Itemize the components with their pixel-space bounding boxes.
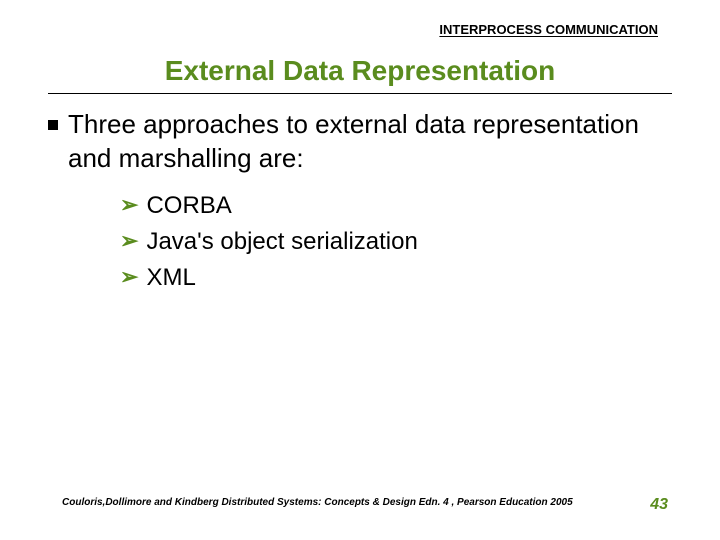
page-number: 43 <box>650 496 668 514</box>
list-item: ➢ XML <box>120 262 672 294</box>
arrow-icon: ➢ <box>120 226 138 257</box>
list-item: ➢ CORBA <box>120 190 672 222</box>
sub-item-text: CORBA <box>146 190 231 222</box>
chapter-topic: INTERPROCESS COMMUNICATION <box>439 22 658 37</box>
square-bullet-icon <box>48 120 58 130</box>
slide-body: Three approaches to external data repres… <box>48 108 672 299</box>
sub-item-text: Java's object serialization <box>146 226 417 258</box>
title-underline <box>48 93 672 94</box>
footer-citation: Couloris,Dollimore and Kindberg Distribu… <box>62 497 573 508</box>
slide-title: External Data Representation <box>0 55 720 93</box>
sub-item-text: XML <box>146 262 195 294</box>
arrow-icon: ➢ <box>120 262 138 293</box>
main-bullet-row: Three approaches to external data repres… <box>48 108 672 176</box>
main-bullet-text: Three approaches to external data repres… <box>68 108 672 176</box>
arrow-icon: ➢ <box>120 190 138 221</box>
sub-bullet-list: ➢ CORBA ➢ Java's object serialization ➢ … <box>120 190 672 295</box>
list-item: ➢ Java's object serialization <box>120 226 672 258</box>
